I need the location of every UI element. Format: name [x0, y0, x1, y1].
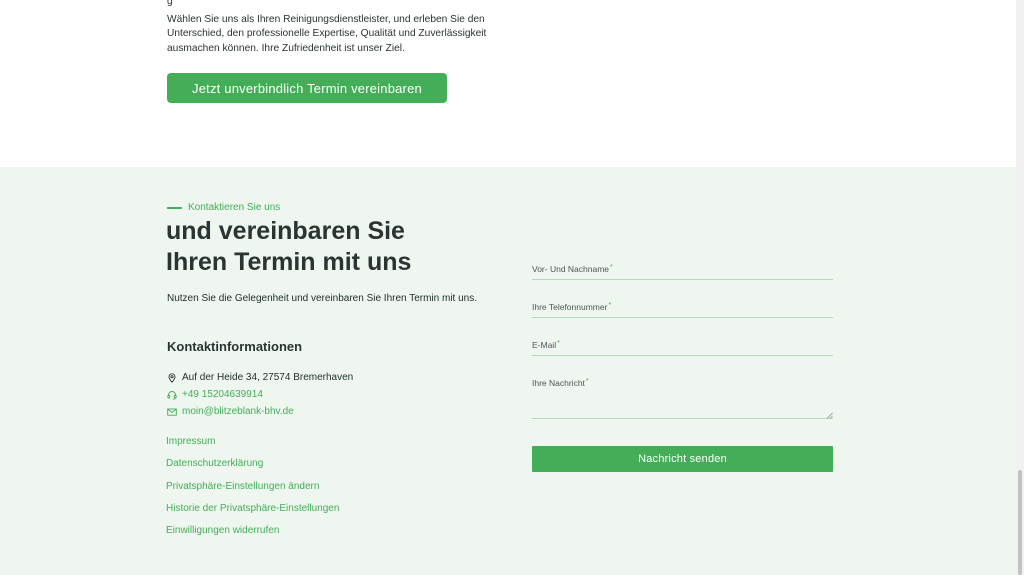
headline-line-1: und vereinbaren Sie: [166, 217, 405, 245]
required-mark: *: [608, 302, 612, 309]
link-revoke-consent[interactable]: Einwilligungen widerrufen: [166, 525, 279, 536]
message-field-label: Ihre Nachricht*: [532, 378, 589, 388]
message-textarea[interactable]: [532, 418, 833, 419]
required-mark: *: [610, 264, 613, 271]
link-impressum[interactable]: Impressum: [166, 436, 215, 447]
send-message-button[interactable]: Nachricht senden: [532, 446, 833, 472]
contact-headline: und vereinbaren Sie Ihren Termin mit uns: [166, 216, 486, 278]
address-row: Auf der Heide 34, 27574 Bremerhaven: [167, 372, 353, 383]
contact-info-heading: Kontaktinformationen: [167, 339, 303, 354]
email-row[interactable]: moin@blitzeblank-bhv.de: [167, 406, 294, 417]
cut-off-text: g: [167, 0, 173, 7]
address-text: Auf der Heide 34, 27574 Bremerhaven: [182, 372, 354, 383]
link-privacy-history[interactable]: Historie der Privatsphäre-Einstellungen: [166, 503, 339, 514]
required-mark: *: [585, 378, 589, 385]
email-input[interactable]: [532, 355, 833, 356]
headset-icon: [167, 390, 177, 400]
message-label-text: Ihre Nachricht: [532, 378, 585, 388]
eyebrow-line: [167, 206, 182, 209]
resize-grip-icon[interactable]: [826, 412, 833, 419]
contact-section: Kontaktieren Sie uns und vereinbaren Sie…: [0, 167, 1016, 575]
scrollbar-thumb[interactable]: [1018, 470, 1022, 575]
phone-label-text: Ihre Telefonnummer: [532, 302, 608, 312]
phone-field-label: Ihre Telefonnummer*: [532, 302, 611, 312]
name-label-text: Vor- Und Nachname: [532, 264, 610, 274]
about-section: g Wählen Sie uns als Ihren Reinigungsdie…: [0, 0, 1016, 167]
page-scrollbar[interactable]: [1016, 0, 1024, 575]
link-datenschutz[interactable]: Datenschutzerklärung: [166, 458, 263, 469]
section-eyebrow: Kontaktieren Sie uns: [167, 202, 280, 213]
about-paragraph: Wählen Sie uns als Ihren Reinigungsdiens…: [167, 14, 487, 54]
name-input[interactable]: [532, 279, 833, 280]
email-label-text: E-Mail: [532, 340, 557, 350]
contact-intro: Nutzen Sie die Gelegenheit und vereinbar…: [167, 293, 477, 304]
headline-line-2: Ihren Termin mit uns: [166, 248, 412, 276]
phone-input[interactable]: [532, 317, 833, 318]
map-pin-icon: [168, 372, 176, 383]
envelope-icon: [167, 408, 177, 416]
phone-row[interactable]: +49 15204639914: [167, 389, 263, 400]
eyebrow-text: Kontaktieren Sie uns: [188, 202, 281, 213]
email-link[interactable]: moin@blitzeblank-bhv.de: [182, 406, 294, 417]
required-mark: *: [557, 340, 560, 347]
phone-link[interactable]: +49 15204639914: [182, 389, 263, 400]
email-field-label: E-Mail*: [532, 340, 560, 350]
book-appointment-button[interactable]: Jetzt unverbindlich Termin vereinbaren: [167, 73, 447, 103]
name-field-label: Vor- Und Nachname*: [532, 264, 613, 274]
link-privacy-settings[interactable]: Privatsphäre-Einstellungen ändern: [166, 481, 319, 492]
